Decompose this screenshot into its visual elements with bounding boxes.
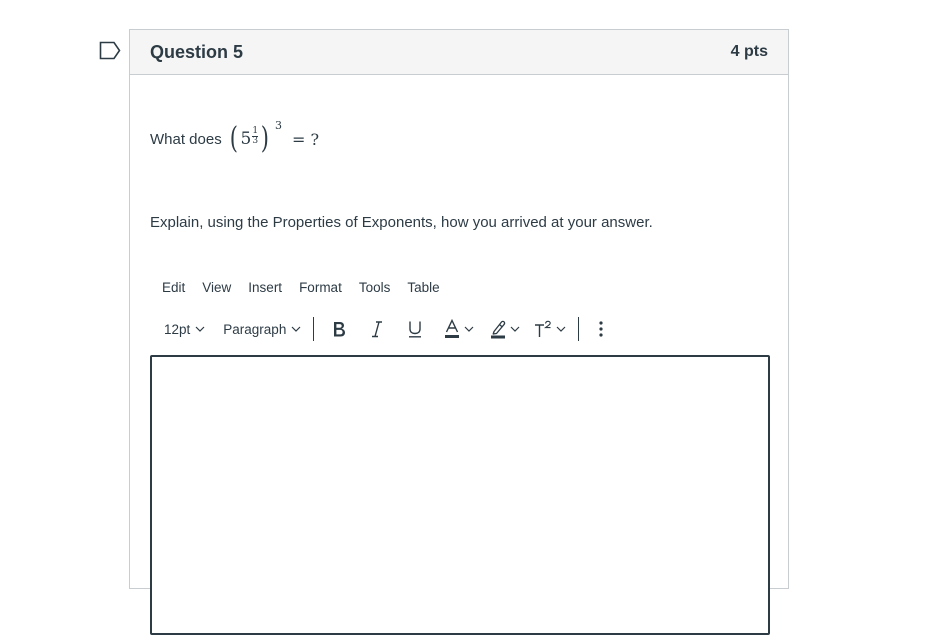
block-format-select[interactable]: Paragraph [223, 322, 301, 337]
bookmark-flag-icon[interactable] [99, 41, 121, 60]
menu-view[interactable]: View [202, 280, 231, 295]
question-explanation: Explain, using the Properties of Exponen… [150, 214, 653, 231]
menu-insert[interactable]: Insert [248, 280, 282, 295]
font-size-value: 12pt [164, 321, 191, 337]
math-base: 5 [240, 129, 252, 149]
fraction-denominator: 3 [252, 135, 259, 146]
outer-exponent: 3 [274, 118, 282, 132]
text-color-icon [445, 319, 460, 338]
chevron-down-icon [556, 326, 566, 332]
editor-menubar: Edit View Insert Format Tools Table [162, 280, 457, 295]
chevron-down-icon [291, 326, 301, 332]
chevron-down-icon [464, 326, 474, 332]
menu-format[interactable]: Format [299, 280, 342, 295]
menu-edit[interactable]: Edit [162, 280, 185, 295]
editor-toolbar: 12pt Paragraph [160, 315, 611, 343]
question-title: Question 5 [150, 41, 244, 62]
italic-icon [372, 321, 383, 338]
italic-button[interactable] [364, 315, 390, 343]
answer-editor[interactable] [150, 355, 770, 635]
question-prompt: What does ( 5 1 3 ) 3 = ? [150, 117, 319, 161]
toolbar-separator [313, 317, 315, 341]
bold-icon [334, 322, 346, 337]
more-vertical-icon [599, 321, 603, 337]
superscript-icon [535, 320, 552, 337]
inner-exponent-fraction: 1 3 [252, 125, 259, 146]
question-card: Question 5 4 pts What does ( 5 1 3 ) 3 =… [129, 29, 789, 635]
font-size-select[interactable]: 12pt [164, 322, 205, 337]
superscript-button[interactable] [534, 315, 566, 343]
right-paren: ) [261, 121, 270, 156]
fraction-numerator: 1 [252, 125, 259, 136]
menu-table[interactable]: Table [407, 280, 439, 295]
menu-tools[interactable]: Tools [359, 280, 391, 295]
text-color-button[interactable] [444, 315, 474, 343]
math-equals: = ? [291, 129, 320, 149]
question-header: Question 5 4 pts [130, 30, 788, 75]
highlight-color-button[interactable] [490, 315, 520, 343]
underline-button[interactable] [402, 315, 428, 343]
question-points: 4 pts [730, 43, 768, 60]
toolbar-separator [578, 317, 580, 341]
left-paren: ( [229, 121, 238, 156]
chevron-down-icon [510, 326, 520, 332]
bold-button[interactable] [326, 315, 352, 343]
prompt-text: What does [150, 130, 222, 148]
underline-icon [409, 321, 422, 338]
chevron-down-icon [195, 326, 205, 332]
block-format-value: Paragraph [223, 321, 287, 337]
more-options-button[interactable] [591, 315, 611, 343]
highlighter-icon [491, 320, 506, 339]
math-expression: ( 5 1 3 ) 3 = ? [228, 117, 319, 161]
